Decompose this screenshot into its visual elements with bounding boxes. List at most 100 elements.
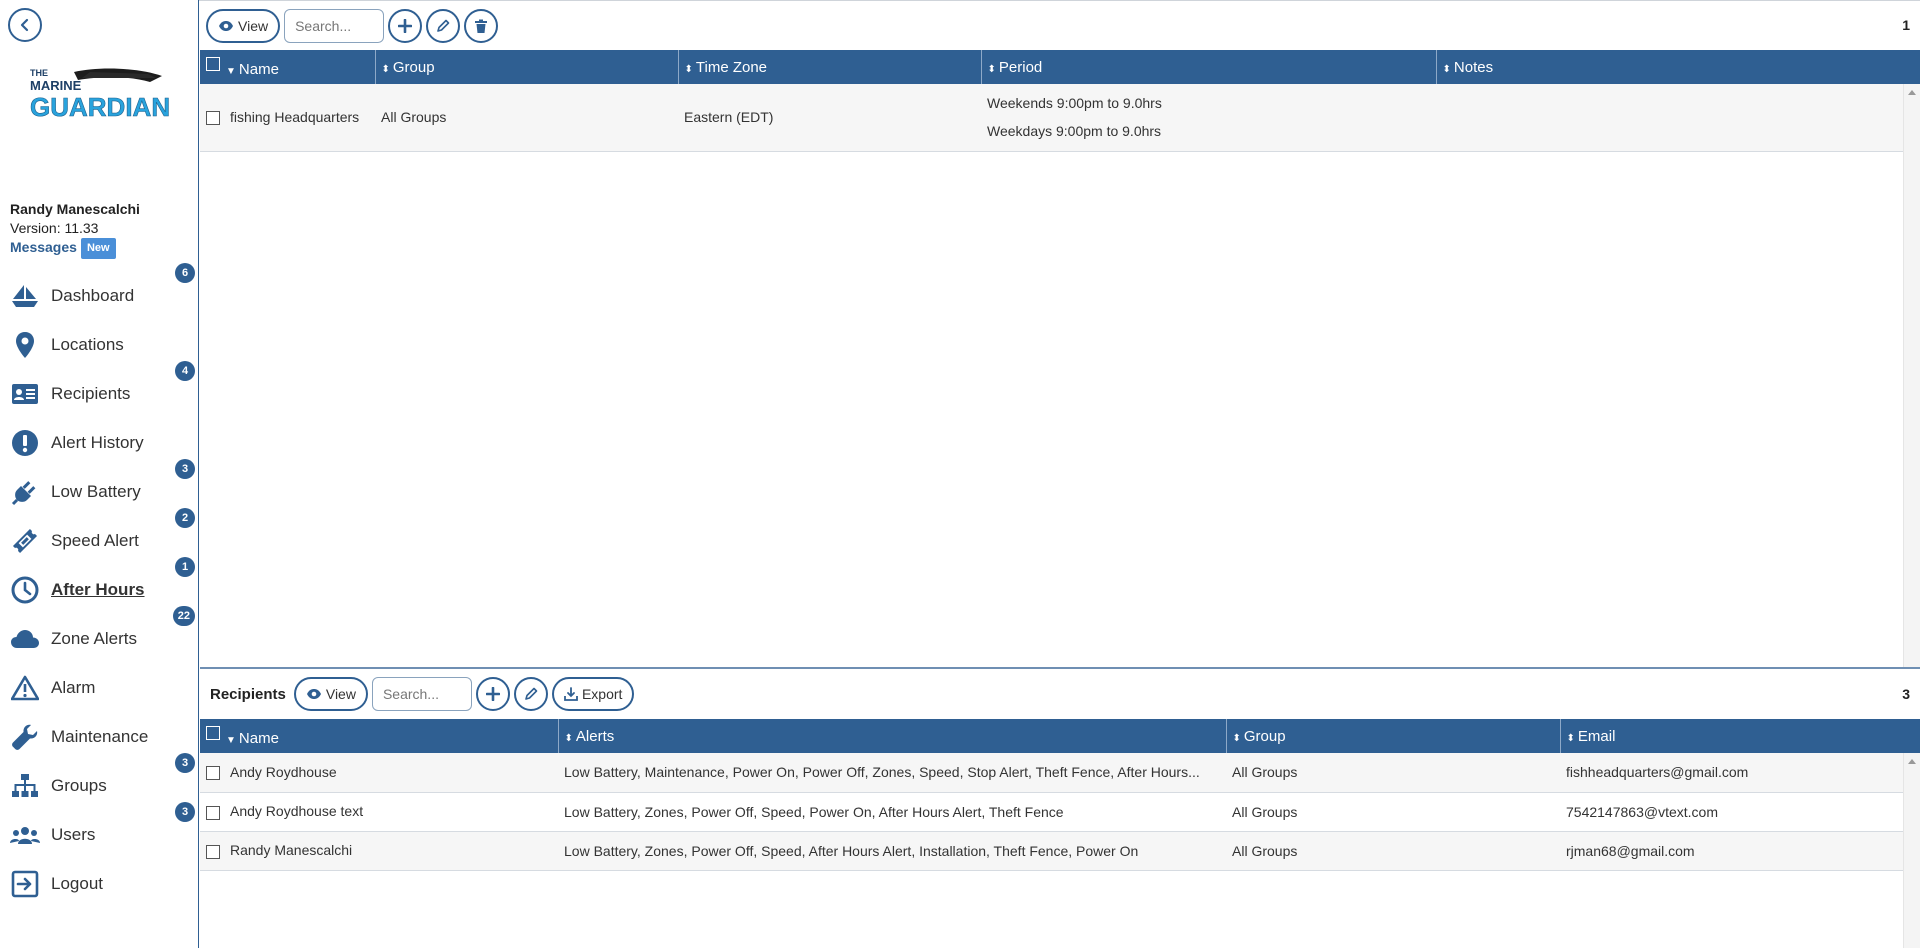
export-button[interactable]: Export bbox=[551, 677, 635, 711]
row-checkbox[interactable] bbox=[206, 766, 220, 781]
nav-item-users[interactable]: Users 3 bbox=[0, 802, 199, 859]
table-row[interactable]: Andy Roydhouse Low Battery, Maintenance,… bbox=[200, 753, 1920, 793]
logo-marine: MARINE bbox=[30, 78, 82, 93]
nav-item-maintenance[interactable]: Maintenance bbox=[0, 712, 199, 761]
nav-item-recipients[interactable]: Recipients 4 bbox=[0, 361, 199, 418]
nav-item-after-hours[interactable]: After Hours 1 bbox=[0, 557, 199, 614]
column-header-name[interactable]: ▼ Name bbox=[200, 50, 376, 84]
cell-email: rjman68@gmail.com bbox=[1560, 831, 1920, 871]
edit-button[interactable] bbox=[426, 9, 461, 43]
sitemap-icon bbox=[10, 771, 40, 801]
table-row[interactable]: Randy Manescalchi Low Battery, Zones, Po… bbox=[200, 831, 1920, 871]
table-row[interactable]: fishing Headquarters All Groups Eastern … bbox=[200, 84, 1920, 152]
cell-period: Weekends 9:00pm to 9.0hrs Weekdays 9:00p… bbox=[981, 84, 1436, 152]
vertical-scrollbar[interactable] bbox=[1903, 84, 1920, 667]
new-messages-badge: New bbox=[80, 238, 116, 259]
nav-item-dashboard[interactable]: Dashboard 6 bbox=[0, 263, 199, 320]
select-all-checkbox[interactable] bbox=[206, 56, 220, 71]
select-all-checkbox[interactable] bbox=[206, 725, 220, 740]
column-header-notes[interactable]: ⬍ Notes bbox=[1436, 50, 1920, 84]
cell-name: Andy Roydhouse text bbox=[230, 803, 364, 820]
nav-label: Zone Alerts bbox=[51, 628, 137, 648]
scroll-up-icon bbox=[1908, 759, 1916, 764]
recipients-toolbar: Recipients View Export 3 bbox=[200, 669, 1920, 719]
sort-icon: ⬍ bbox=[381, 63, 390, 75]
view-label: View bbox=[238, 18, 269, 34]
column-header-group[interactable]: ⬍ Group bbox=[375, 50, 679, 84]
column-label: Email bbox=[1577, 727, 1616, 745]
column-label: Group bbox=[1243, 727, 1286, 745]
nav-item-logout[interactable]: Logout bbox=[0, 859, 199, 908]
messages-link[interactable]: Messages bbox=[10, 239, 77, 255]
count-badge: 2 bbox=[175, 508, 195, 528]
sailboat-icon bbox=[10, 281, 40, 311]
column-label: Name bbox=[238, 729, 279, 747]
nav-item-locations[interactable]: Locations bbox=[0, 320, 199, 369]
cell-group: All Groups bbox=[1226, 831, 1560, 871]
sort-desc-icon: ▼ bbox=[226, 734, 236, 746]
sort-desc-icon: ▼ bbox=[226, 65, 236, 77]
nav-label: After Hours bbox=[51, 579, 145, 599]
column-header-alerts[interactable]: ⬍ Alerts bbox=[558, 719, 1227, 753]
view-button[interactable]: View bbox=[206, 9, 281, 43]
nav-label: Alert History bbox=[51, 432, 144, 452]
cell-email: 7542147863@vtext.com bbox=[1560, 792, 1920, 832]
pencil-icon bbox=[437, 19, 450, 32]
nav-item-alarm[interactable]: Alarm bbox=[0, 663, 199, 712]
cell-alerts: Low Battery, Maintenance, Power On, Powe… bbox=[558, 753, 1226, 793]
add-button[interactable] bbox=[475, 677, 510, 711]
after-hours-count: 1 bbox=[1902, 17, 1910, 33]
column-label: Period bbox=[998, 58, 1043, 76]
cell-name: Andy Roydhouse bbox=[230, 764, 337, 781]
row-checkbox[interactable] bbox=[206, 805, 220, 820]
nav-item-alert-history[interactable]: Alert History bbox=[0, 418, 199, 467]
column-label: Name bbox=[238, 60, 279, 78]
logo-the: THE bbox=[30, 68, 48, 78]
table-row[interactable]: Andy Roydhouse text Low Battery, Zones, … bbox=[200, 792, 1920, 832]
cell-email: fishheadquarters@gmail.com bbox=[1560, 753, 1920, 793]
nav-label: Users bbox=[51, 824, 96, 844]
recipients-panel: Recipients View Export 3 ▼Name ⬍Alerts ⬍… bbox=[200, 669, 1920, 948]
add-button[interactable] bbox=[388, 9, 423, 43]
count-badge: 22 bbox=[172, 606, 195, 626]
row-checkbox[interactable] bbox=[206, 111, 220, 126]
after-hours-table: ▼ Name ⬍ Group ⬍ Time Zone ⬍ Period ⬍ Notes f… bbox=[200, 50, 1920, 152]
column-header-email[interactable]: ⬍ Email bbox=[1560, 719, 1920, 753]
cell-notes bbox=[1436, 84, 1920, 152]
sort-icon: ⬍ bbox=[1442, 63, 1451, 75]
sidebar: THE MARINE GUARDIAN Randy Manescalchi Ve… bbox=[0, 0, 199, 948]
row-checkbox[interactable] bbox=[206, 844, 220, 859]
column-label: Time Zone bbox=[695, 58, 768, 76]
nav-item-groups[interactable]: Groups 3 bbox=[0, 753, 199, 810]
column-header-name[interactable]: ▼ Name bbox=[200, 719, 559, 753]
nav-label: Groups bbox=[51, 775, 107, 795]
view-button[interactable]: View bbox=[293, 677, 368, 711]
exclamation-icon bbox=[10, 428, 40, 458]
vertical-scrollbar[interactable] bbox=[1903, 753, 1920, 948]
sort-icon: ⬍ bbox=[564, 732, 573, 744]
nav-item-zone-alerts[interactable]: Zone Alerts 22 bbox=[0, 606, 199, 663]
trash-icon bbox=[475, 19, 488, 33]
map-pin-icon bbox=[10, 330, 40, 360]
delete-button[interactable] bbox=[464, 9, 499, 43]
search-input[interactable] bbox=[284, 9, 385, 43]
nav-item-speed-alert[interactable]: Speed Alert 2 bbox=[0, 508, 199, 565]
column-label: Group bbox=[392, 58, 435, 76]
after-hours-toolbar: View 1 bbox=[200, 0, 1920, 50]
main-nav: Dashboard 6 Locations Recipients 4 Alert… bbox=[0, 263, 199, 908]
warning-icon bbox=[10, 673, 40, 703]
nav-label: Recipients bbox=[51, 383, 131, 403]
ticket-icon bbox=[10, 526, 40, 556]
cell-group: All Groups bbox=[1226, 753, 1560, 793]
column-header-group[interactable]: ⬍ Group bbox=[1226, 719, 1561, 753]
count-badge: 1 bbox=[175, 557, 195, 577]
eye-icon bbox=[219, 21, 233, 31]
column-header-time-zone[interactable]: ⬍ Time Zone bbox=[678, 50, 982, 84]
collapse-sidebar-button[interactable] bbox=[8, 8, 42, 42]
logout-icon bbox=[10, 869, 40, 899]
edit-button[interactable] bbox=[513, 677, 548, 711]
plus-icon bbox=[485, 687, 500, 701]
column-header-period[interactable]: ⬍ Period bbox=[981, 50, 1437, 84]
nav-item-low-battery[interactable]: Low Battery 3 bbox=[0, 459, 199, 516]
search-input[interactable] bbox=[371, 677, 472, 711]
